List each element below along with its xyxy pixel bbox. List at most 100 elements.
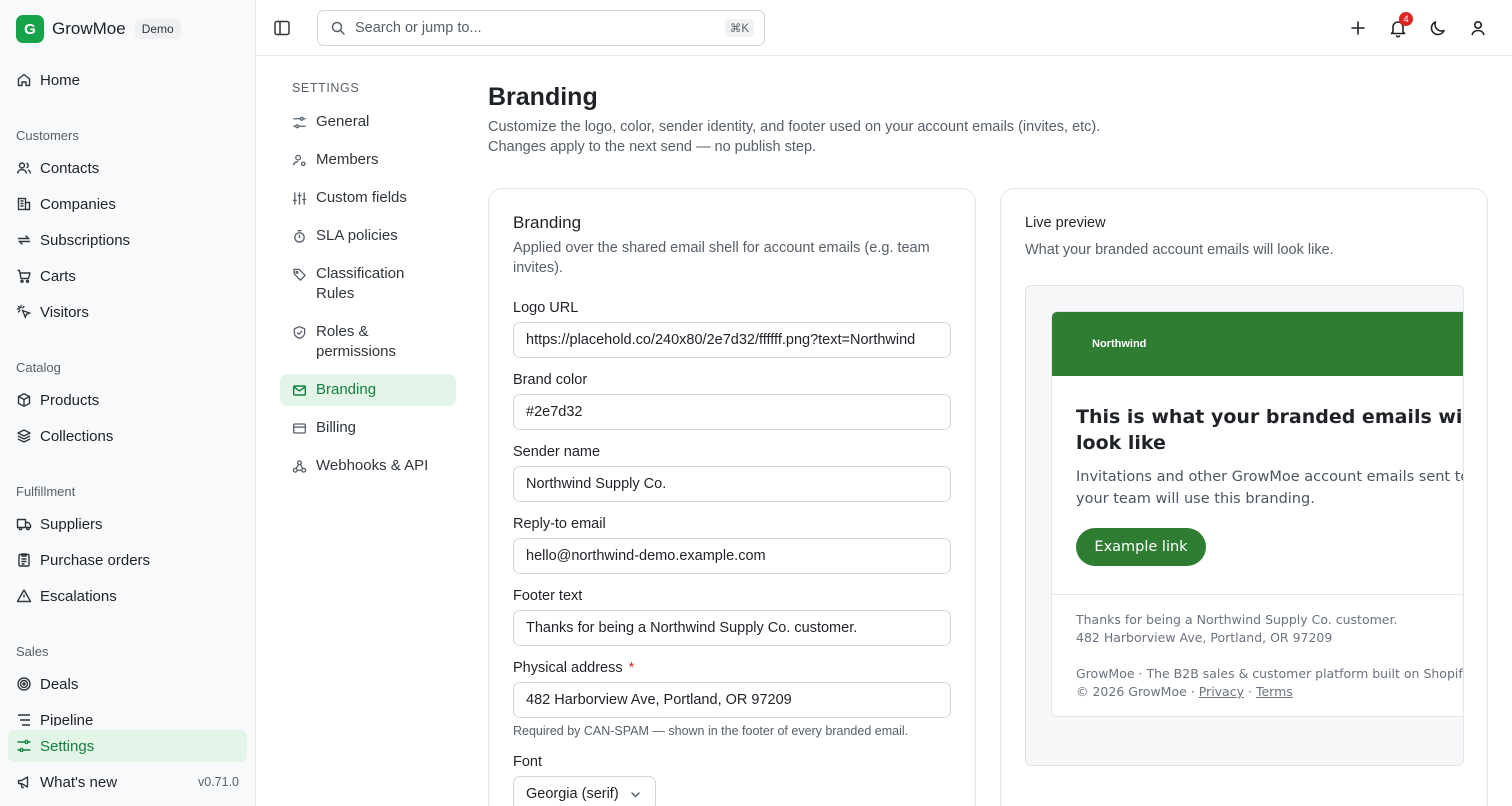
sidebar-item-products[interactable]: Products	[8, 384, 247, 416]
branding-form-card: Branding Applied over the shared email s…	[488, 188, 976, 806]
sidebar-item-visitors[interactable]: Visitors	[8, 296, 247, 328]
notification-badge: 4	[1399, 12, 1413, 26]
plus-icon[interactable]	[1348, 18, 1368, 38]
email-footer-line: 482 Harborview Ave, Portland, OR 97209	[1076, 630, 1333, 645]
app-sidebar: G GrowMoe Demo Home Customers Contacts C…	[0, 0, 256, 806]
sidebar-item-label: Settings	[40, 737, 95, 755]
clipboard-icon	[18, 553, 30, 567]
settings-item-label: General	[316, 113, 370, 130]
sidebar-section-fulfillment: Fulfillment	[16, 484, 76, 499]
adjustments-icon	[292, 192, 307, 205]
settings-item-members[interactable]: Members	[280, 144, 456, 176]
sidebar-item-settings[interactable]: Settings	[8, 730, 247, 762]
page-title: Branding	[488, 83, 598, 111]
settings-item-label: Roles & permissions	[316, 323, 397, 360]
email-header: Northwind	[1052, 312, 1463, 376]
reply-to-label: Reply-to email	[513, 516, 606, 532]
sidebar-item-label: Companies	[40, 195, 116, 213]
sidebar-item-contacts[interactable]: Contacts	[8, 152, 247, 184]
email-copyright: © 2026 GrowMoe ·	[1076, 684, 1195, 699]
physical-address-label-text: Physical address	[513, 660, 623, 676]
sender-name-label: Sender name	[513, 444, 601, 460]
logo-url-input[interactable]: https://placehold.co/240x80/2e7d32/fffff…	[513, 322, 951, 358]
privacy-link[interactable]: Privacy	[1199, 684, 1244, 699]
search-input[interactable]: Search or jump to... ⌘K	[317, 10, 765, 46]
footer-text-label: Footer text	[513, 588, 583, 604]
sidebar-section-catalog: Catalog	[16, 360, 61, 375]
sidebar-item-suppliers[interactable]: Suppliers	[8, 508, 247, 540]
settings-item-label: Branding	[316, 381, 377, 398]
settings-item-roles[interactable]: Roles & permissions	[280, 316, 456, 368]
physical-address-input[interactable]: 482 Harborview Ave, Portland, OR 97209	[513, 682, 951, 718]
sidebar-section-sales: Sales	[16, 644, 49, 659]
sidebar-item-label: Pipeline	[40, 711, 94, 727]
sidebar-item-label: Visitors	[40, 303, 89, 321]
sidebar-item-carts[interactable]: Carts	[8, 260, 247, 292]
settings-item-webhooks[interactable]: Webhooks & API	[280, 450, 456, 482]
user-icon[interactable]	[1468, 18, 1488, 38]
card-title: Branding	[513, 213, 582, 232]
sidebar-item-pipeline[interactable]: Pipeline	[8, 704, 247, 726]
mail-icon	[292, 385, 307, 396]
sidebar-section-customers: Customers	[16, 128, 79, 143]
package-icon	[17, 393, 31, 407]
page-description: Customize the logo, color, sender identi…	[488, 117, 1188, 157]
footer-text-input[interactable]: Thanks for being a Northwind Supply Co. …	[513, 610, 951, 646]
live-preview-card: Live preview What your branded account e…	[1000, 188, 1488, 806]
sidebar-item-label: Deals	[40, 675, 79, 693]
email-footer-line: GrowMoe · The B2B sales & customer platf…	[1076, 666, 1464, 681]
settings-item-custom-fields[interactable]: Custom fields	[280, 182, 456, 214]
logo-url-label: Logo URL	[513, 300, 579, 316]
email-footer-line: © 2026 GrowMoe · Privacy · Terms	[1076, 683, 1463, 701]
sidebar-item-escalations[interactable]: Escalations	[8, 580, 247, 612]
preview-subtitle: What your branded account emails will lo…	[1025, 242, 1334, 258]
sidebar-item-label: Collections	[40, 427, 114, 445]
sidebar-item-purchase-orders[interactable]: Purchase orders	[8, 544, 247, 576]
sender-name-input[interactable]: Northwind Supply Co.	[513, 466, 951, 502]
brand[interactable]: G GrowMoe Demo	[16, 15, 181, 43]
font-select[interactable]: Georgia (serif)	[513, 776, 656, 806]
sidebar-item-subscriptions[interactable]: Subscriptions	[8, 224, 247, 256]
home-icon	[17, 73, 31, 87]
timer-icon	[294, 230, 305, 243]
settings-item-branding[interactable]: Branding	[280, 374, 456, 406]
settings-item-billing[interactable]: Billing	[280, 412, 456, 444]
moon-icon[interactable]	[1428, 18, 1448, 38]
layers-icon	[17, 429, 31, 443]
building-icon	[17, 197, 31, 211]
demo-badge: Demo	[134, 19, 181, 39]
sidebar-item-home[interactable]: Home	[8, 64, 247, 96]
settings-item-general[interactable]: General	[280, 106, 456, 138]
font-select-value: Georgia (serif)	[526, 786, 619, 802]
settings-item-classification-rules[interactable]: Classification Rules	[280, 258, 456, 310]
sidebar-item-collections[interactable]: Collections	[8, 420, 247, 452]
settings-item-label: Custom fields	[316, 189, 407, 206]
app-name: GrowMoe	[52, 19, 126, 38]
email-footer-spacer	[1076, 647, 1463, 665]
user-cog-icon	[292, 154, 306, 167]
settings-item-sla-policies[interactable]: SLA policies	[280, 220, 456, 252]
sliders-icon	[293, 116, 306, 129]
sliders-icon	[17, 739, 31, 753]
email-preview-frame: Northwind This is what your branded emai…	[1025, 285, 1464, 766]
sidebar-item-label: Subscriptions	[40, 231, 131, 249]
sidebar-item-label: Escalations	[40, 587, 117, 605]
settings-item-label: Classification Rules	[316, 265, 405, 302]
sidebar-toggle-icon[interactable]	[273, 19, 291, 37]
megaphone-icon	[17, 776, 29, 789]
sidebar-item-companies[interactable]: Companies	[8, 188, 247, 220]
sidebar-item-label: Contacts	[40, 159, 100, 177]
email-footer: Thanks for being a Northwind Supply Co. …	[1076, 611, 1464, 701]
app-logo: G	[16, 15, 44, 43]
truck-icon	[16, 518, 32, 531]
app-version: v0.71.0	[197, 775, 239, 789]
sidebar-item-deals[interactable]: Deals	[8, 668, 247, 700]
cart-icon	[17, 269, 31, 284]
brand-color-input[interactable]: #2e7d32	[513, 394, 951, 430]
terms-link[interactable]: Terms	[1256, 684, 1293, 699]
sidebar-item-label: Products	[40, 391, 100, 409]
email-example-button[interactable]: Example link	[1076, 528, 1206, 566]
reply-to-input[interactable]: hello@northwind-demo.example.com	[513, 538, 951, 574]
top-bar: Search or jump to... ⌘K 4	[256, 0, 1512, 56]
physical-address-label: Physical address *	[513, 660, 634, 676]
